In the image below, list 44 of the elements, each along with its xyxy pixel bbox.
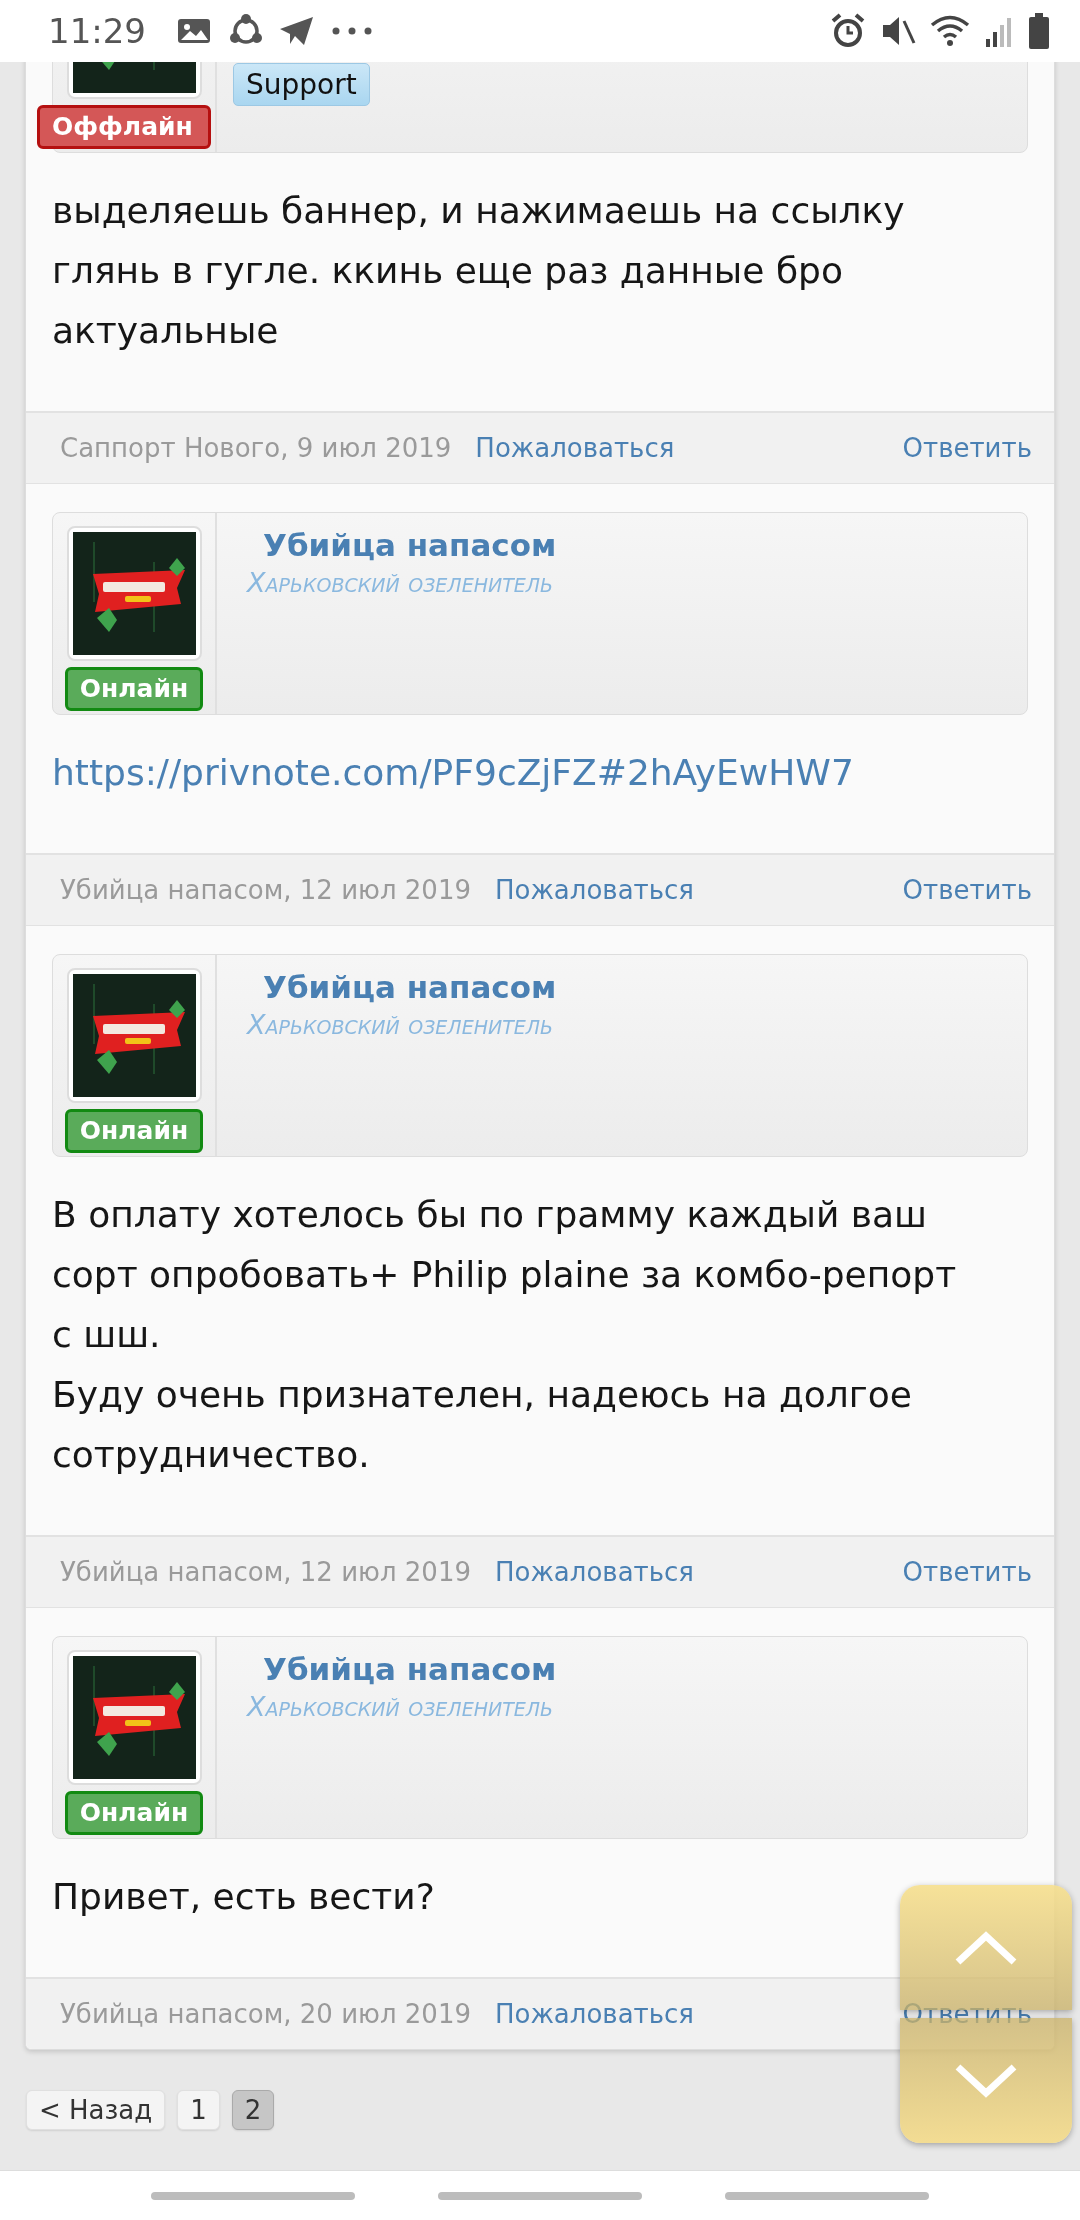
report-link[interactable]: Пожаловаться [494,875,694,905]
username-link[interactable]: Убийца напасом [247,965,557,1009]
report-link[interactable]: Пожаловаться [475,433,675,463]
reply-link[interactable]: Ответить [902,875,1032,905]
message-text: В оплату хотелось бы по грамму каждый ваш сорт опробовать+ Philip plaine за комбо-репорт с шш. [52,1193,958,1357]
user-banner: Support [233,63,370,106]
signal-icon [984,15,1014,47]
message-text: Буду очень признателен, надеюсь на долгое сотрудничество. [52,1373,913,1477]
chevron-down-icon [954,2062,1018,2099]
page-button[interactable]: 2 [231,2090,275,2130]
avatar[interactable] [66,968,202,1103]
report-link[interactable]: Пожаловаться [494,1557,694,1587]
message-text: выделяешь баннер, и нажимаешь на ссылку глянь в гугле. ккинь еще раз данные бро актуальные [52,189,906,353]
report-link[interactable]: Пожаловаться [494,1999,694,2029]
post-byline: Убийца напасом, 12 июл 2019 [60,1557,471,1587]
nav-handle[interactable] [724,2191,929,2200]
user-title: Харьковский озеленитель [247,1009,555,1040]
user-title: Харьковский озеленитель [247,1691,555,1722]
message-link[interactable]: https://privnote.com/PF9cZjFZ#2hAyEwHW7 [52,743,984,803]
wifi-icon [930,14,970,48]
previous-page-button[interactable]: < Назад [26,2090,166,2130]
avatar[interactable] [66,1650,202,1785]
nav-handle[interactable] [151,2191,356,2200]
post-byline: Саппорт Нового, 9 июл 2019 [60,433,452,463]
status-badge: Оффлайн [37,105,211,149]
nav-handle[interactable] [438,2191,642,2200]
status-badge: Онлайн [64,667,204,711]
username-link[interactable]: Убийца напасом [247,1647,557,1691]
reply-link[interactable]: Ответить [902,433,1032,463]
status-badge: Онлайн [64,1791,204,1835]
chevron-up-icon [954,1929,1018,1966]
more-icon [330,26,374,36]
battery-icon [1028,13,1050,49]
username-link[interactable]: Убийца напасом [247,523,557,567]
status-badge: Онлайн [64,1109,204,1153]
post-byline: Убийца напасом, 20 июл 2019 [60,1999,471,2029]
alarm-icon [830,13,866,49]
avatar[interactable] [66,526,202,661]
user-title: Харьковский озеленитель [247,567,555,598]
reply-link[interactable]: Ответить [902,1557,1032,1587]
clock: 11:29 [48,11,146,51]
message-text: Привет, есть вести? [52,1875,436,1919]
page-button[interactable]: 1 [177,2090,220,2130]
post-byline: Убийца напасом, 12 июл 2019 [60,875,471,905]
